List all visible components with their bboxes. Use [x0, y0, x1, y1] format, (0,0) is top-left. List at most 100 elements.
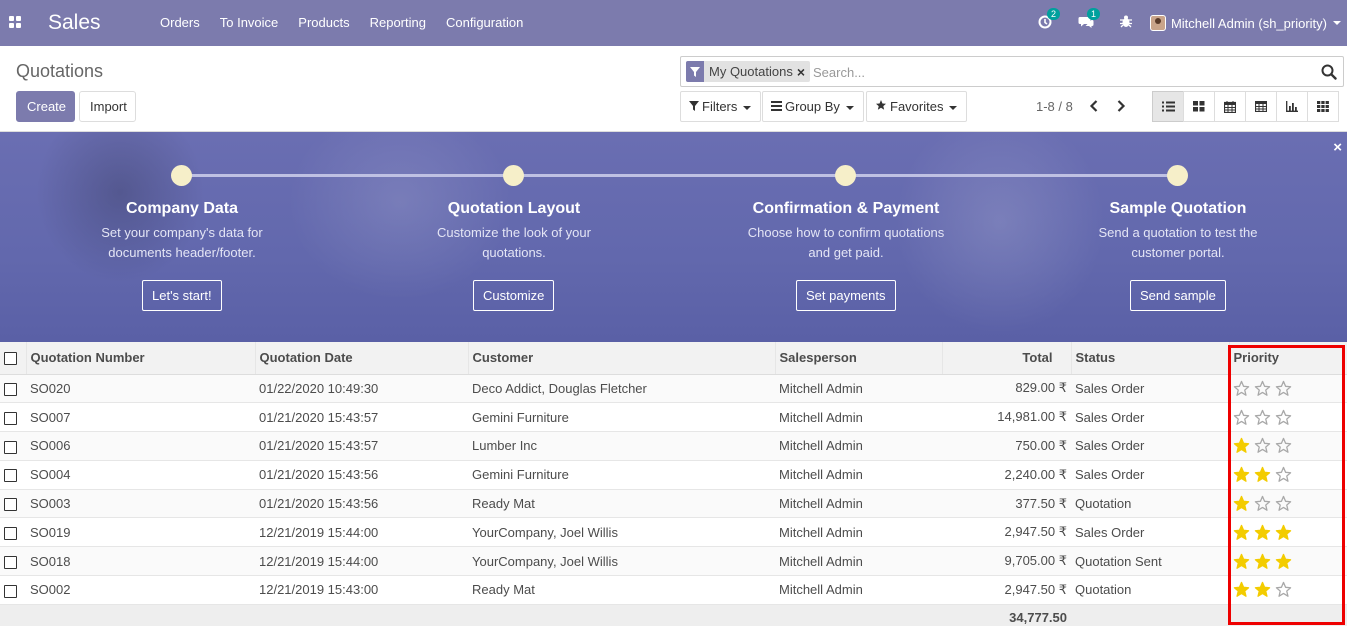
- row-checkbox[interactable]: [4, 469, 17, 483]
- row-checkbox[interactable]: [4, 555, 17, 569]
- star-empty-icon[interactable]: [1275, 380, 1292, 397]
- row-checkbox[interactable]: [4, 584, 17, 598]
- table-row[interactable]: SO019 12/21/2019 15:44:00 YourCompany, Joe…: [0, 518, 1347, 547]
- cell-status: Sales Order: [1075, 524, 1145, 540]
- search-input[interactable]: [813, 61, 1303, 83]
- row-select-cell: [0, 403, 26, 432]
- star-empty-icon[interactable]: [1275, 437, 1292, 454]
- star-filled-icon[interactable]: [1233, 581, 1250, 598]
- lets-start-button[interactable]: Let's start!: [142, 280, 222, 311]
- star-filled-icon[interactable]: [1233, 524, 1250, 541]
- pager-previous-icon[interactable]: [1086, 97, 1102, 115]
- pager-next-icon[interactable]: [1113, 97, 1129, 115]
- star-filled-icon[interactable]: [1254, 581, 1271, 598]
- activity-clock-icon[interactable]: 2: [1038, 7, 1060, 32]
- menu-to-invoice[interactable]: To Invoice: [210, 0, 289, 46]
- cell-salesperson: Mitchell Admin: [779, 380, 863, 396]
- column-header-quotation-date[interactable]: Quotation Date: [255, 342, 469, 375]
- star-empty-icon[interactable]: [1275, 409, 1292, 426]
- star-empty-icon[interactable]: [1275, 495, 1292, 512]
- kanban-view-button[interactable]: [1183, 91, 1215, 122]
- cell-quotation-number: SO019: [30, 524, 71, 540]
- menu-products[interactable]: Products: [288, 0, 359, 46]
- search-icon[interactable]: [1321, 64, 1337, 80]
- column-header-quotation-number[interactable]: Quotation Number: [26, 342, 256, 375]
- table-row[interactable]: SO018 12/21/2019 15:44:00 YourCompany, Joe…: [0, 546, 1347, 576]
- star-filled-icon[interactable]: [1254, 553, 1271, 570]
- apps-menu-icon[interactable]: [9, 16, 23, 30]
- star-empty-icon[interactable]: [1254, 437, 1271, 454]
- navbar-systray: 2 1 Mitchell Admin (sh_priority): [1028, 0, 1347, 46]
- star-empty-icon[interactable]: [1254, 495, 1271, 512]
- set-payments-button[interactable]: Set payments: [796, 280, 896, 311]
- star-empty-icon[interactable]: [1254, 409, 1271, 426]
- filter-funnel-icon: [689, 93, 699, 122]
- pager-value[interactable]: 1-8 / 8: [1036, 99, 1073, 114]
- step-dot: [835, 165, 856, 186]
- star-filled-icon[interactable]: [1275, 553, 1292, 570]
- cell-total: 2,947.50 ₹: [1004, 524, 1068, 540]
- user-menu[interactable]: Mitchell Admin (sh_priority): [1149, 15, 1341, 31]
- customize-button[interactable]: Customize: [473, 280, 555, 311]
- filters-dropdown[interactable]: Filters: [680, 91, 762, 122]
- table-row[interactable]: SO003 01/21/2020 15:43:56 Ready Mat Mitchel…: [0, 489, 1347, 518]
- send-sample-button[interactable]: Send sample: [1130, 280, 1226, 311]
- star-filled-icon[interactable]: [1233, 553, 1250, 570]
- cell-customer: Lumber Inc: [472, 438, 538, 454]
- menu-reporting[interactable]: Reporting: [360, 0, 436, 46]
- cell-customer: Gemini Furniture: [472, 467, 569, 483]
- row-checkbox[interactable]: [4, 440, 17, 454]
- menu-configuration[interactable]: Configuration: [436, 0, 533, 46]
- list-view-button[interactable]: [1152, 91, 1184, 122]
- cell-quotation-date: 01/21/2020 15:43:57: [259, 438, 379, 454]
- banner-close-icon[interactable]: ×: [1333, 139, 1342, 156]
- star-filled-icon[interactable]: [1233, 466, 1250, 483]
- star-empty-icon[interactable]: [1275, 581, 1292, 598]
- star-filled-icon[interactable]: [1233, 437, 1250, 454]
- messages-chat-icon[interactable]: 1: [1078, 7, 1100, 32]
- table-row[interactable]: SO020 01/22/2020 10:49:30 Deco Addict, Dou…: [0, 374, 1347, 403]
- table-row[interactable]: SO006 01/21/2020 15:43:57 Lumber Inc Mitche…: [0, 431, 1347, 461]
- table-row[interactable]: SO002 12/21/2019 15:43:00 Ready Mat Mitchel…: [0, 576, 1347, 605]
- row-select-cell: [0, 489, 26, 518]
- cell-status: Sales Order: [1075, 409, 1145, 425]
- row-checkbox[interactable]: [4, 498, 17, 512]
- star-filled-icon[interactable]: [1254, 524, 1271, 541]
- create-button[interactable]: Create: [16, 91, 75, 122]
- table-row[interactable]: SO004 01/21/2020 15:43:56 Gemini Furniture…: [0, 460, 1347, 490]
- groupby-dropdown[interactable]: Group By: [762, 91, 864, 122]
- row-select-cell: [0, 518, 26, 547]
- step-description: Set your company's data for documents he…: [101, 225, 263, 260]
- table-row[interactable]: SO007 01/21/2020 15:43:57 Gemini Furniture…: [0, 403, 1347, 432]
- star-empty-icon[interactable]: [1275, 466, 1292, 483]
- star-filled-icon[interactable]: [1233, 495, 1250, 512]
- caret-down-icon: [845, 105, 854, 110]
- star-empty-icon[interactable]: [1254, 380, 1271, 397]
- search-box: My Quotations ×: [680, 56, 1344, 87]
- column-header-priority[interactable]: Priority: [1229, 342, 1347, 375]
- menu-orders[interactable]: Orders: [150, 0, 210, 46]
- pivot-view-button[interactable]: [1245, 91, 1277, 122]
- column-header-salesperson[interactable]: Salesperson: [775, 342, 943, 375]
- row-select-cell: [0, 547, 26, 576]
- star-filled-icon[interactable]: [1275, 524, 1292, 541]
- star-empty-icon[interactable]: [1233, 409, 1250, 426]
- graph-view-button[interactable]: [1276, 91, 1308, 122]
- calendar-view-button[interactable]: [1214, 91, 1246, 122]
- select-all-checkbox[interactable]: [4, 352, 17, 366]
- row-checkbox[interactable]: [4, 382, 17, 396]
- row-checkbox[interactable]: [4, 526, 17, 540]
- quotations-list: Quotation Number Quotation Date Customer…: [0, 342, 1347, 626]
- star-filled-icon[interactable]: [1254, 466, 1271, 483]
- favorites-dropdown[interactable]: Favorites: [866, 91, 968, 122]
- facet-remove-icon[interactable]: ×: [797, 64, 810, 80]
- column-header-status[interactable]: Status: [1071, 342, 1230, 375]
- activity-view-button[interactable]: [1307, 91, 1339, 122]
- import-button[interactable]: Import: [79, 91, 136, 122]
- star-empty-icon[interactable]: [1233, 380, 1250, 397]
- column-header-customer[interactable]: Customer: [468, 342, 776, 375]
- column-header-total[interactable]: Total: [942, 342, 1072, 375]
- row-checkbox[interactable]: [4, 411, 17, 425]
- debug-bug-icon[interactable]: [1119, 15, 1132, 31]
- cell-salesperson: Mitchell Admin: [779, 496, 863, 512]
